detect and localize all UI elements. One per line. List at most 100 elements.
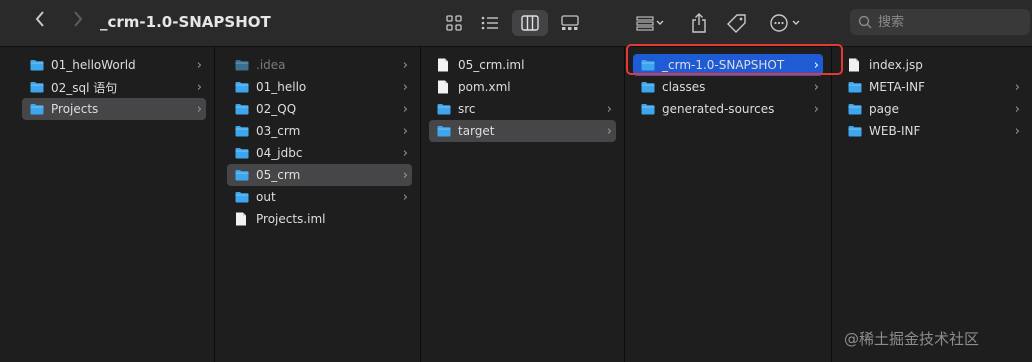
column-5[interactable]: index.jsp META-INF › page › WEB-INF › xyxy=(832,47,1032,362)
list-item-label: 01_helloWorld xyxy=(51,58,136,72)
list-item[interactable]: src › xyxy=(429,98,616,120)
folder-icon xyxy=(235,125,249,137)
list-item[interactable]: pom.xml xyxy=(429,76,616,98)
chevron-right-icon: › xyxy=(402,101,408,117)
list-item[interactable]: classes › xyxy=(633,76,823,98)
list-view-icon xyxy=(481,16,498,30)
column-view-icon xyxy=(521,15,539,31)
list-item[interactable]: META-INF › xyxy=(840,76,1024,98)
list-item[interactable]: 03_crm › xyxy=(227,120,412,142)
chevron-right-icon: › xyxy=(402,79,408,95)
window-title: _crm-1.0-SNAPSHOT xyxy=(100,13,271,31)
list-item-label: Projects xyxy=(51,102,99,116)
column-4[interactable]: _crm-1.0-SNAPSHOT › classes › generated-sour… xyxy=(625,47,832,362)
list-item-label: WEB-INF xyxy=(869,124,921,138)
folder-icon xyxy=(848,125,862,137)
column-2[interactable]: .idea › 01_hello › 02_QQ › 03_crm › 04_jdbc › 05_c… xyxy=(219,47,421,362)
list-item-label: generated-sources xyxy=(662,102,775,116)
list-item[interactable]: 01_hello › xyxy=(227,76,412,98)
list-item[interactable]: 02_sql 语句 › xyxy=(22,76,206,98)
folder-icon xyxy=(235,82,249,93)
chevron-right-icon: › xyxy=(606,101,612,117)
tag-button[interactable] xyxy=(724,10,750,36)
folder-icon xyxy=(235,60,249,71)
list-view-button[interactable] xyxy=(476,10,504,36)
list-item-label: META-INF xyxy=(869,80,926,94)
icon-view-button[interactable] xyxy=(440,10,468,36)
chevron-right-icon: › xyxy=(402,189,408,205)
list-item-label: 02_sql 语句 xyxy=(51,80,118,95)
share-button[interactable] xyxy=(686,10,712,36)
list-item[interactable]: Projects.iml xyxy=(227,208,412,230)
forward-button[interactable] xyxy=(66,10,90,34)
chevron-right-icon xyxy=(74,11,83,27)
list-item[interactable]: Projects › xyxy=(22,98,206,120)
column-view-button[interactable] xyxy=(512,10,548,36)
list-item[interactable]: page › xyxy=(840,98,1024,120)
folder-icon xyxy=(235,191,249,203)
list-item-label: Projects.iml xyxy=(256,212,326,226)
list-item[interactable]: 05_crm.iml xyxy=(429,54,616,76)
list-item[interactable]: target › xyxy=(429,120,616,142)
folder-icon xyxy=(848,126,862,137)
list-item[interactable]: index.jsp xyxy=(840,54,1024,76)
folder-icon xyxy=(235,192,249,203)
file-icon xyxy=(849,58,859,72)
list-item-label: 01_hello xyxy=(256,80,307,94)
list-item-label: out xyxy=(256,190,276,204)
list-item[interactable]: WEB-INF › xyxy=(840,120,1024,142)
folder-icon xyxy=(30,81,44,93)
column-1[interactable]: 01_helloWorld › 02_sql 语句 › Projects › xyxy=(14,47,215,362)
folder-icon xyxy=(641,81,655,93)
chevron-right-icon: › xyxy=(196,79,202,95)
search-icon xyxy=(858,15,872,29)
group-button[interactable] xyxy=(630,10,670,36)
list-item-label: page xyxy=(869,102,899,116)
highlight-box xyxy=(626,44,843,75)
folder-icon xyxy=(30,103,44,115)
folder-icon xyxy=(235,81,249,93)
chevron-right-icon: › xyxy=(813,79,819,95)
folder-icon xyxy=(437,126,451,137)
more-actions-button[interactable] xyxy=(766,10,806,36)
list-item[interactable]: 02_QQ › xyxy=(227,98,412,120)
gallery-view-button[interactable] xyxy=(556,10,584,36)
list-item[interactable]: 04_jdbc › xyxy=(227,142,412,164)
folder-icon xyxy=(848,82,862,93)
search-field[interactable] xyxy=(850,9,1030,35)
folder-icon xyxy=(235,170,249,181)
list-item-label: 04_jdbc xyxy=(256,146,303,160)
list-item-label: 03_crm xyxy=(256,124,301,138)
file-icon xyxy=(438,58,448,72)
list-item-label: 05_crm.iml xyxy=(458,58,525,72)
search-input[interactable] xyxy=(876,13,1020,31)
column-3[interactable]: 05_crm.iml pom.xml src › target › xyxy=(421,47,625,362)
list-item-label: classes xyxy=(662,80,706,94)
icon-view-icon xyxy=(446,15,462,31)
group-icon xyxy=(636,16,664,31)
folder-icon xyxy=(30,104,44,115)
folder-icon xyxy=(235,147,249,159)
list-item[interactable]: 01_helloWorld › xyxy=(22,54,206,76)
ellipsis-circle-icon xyxy=(770,14,800,32)
share-icon xyxy=(692,13,706,33)
folder-icon xyxy=(235,104,249,115)
list-item[interactable]: 05_crm › xyxy=(227,164,412,186)
list-item-label: pom.xml xyxy=(458,80,511,94)
list-item[interactable]: .idea › xyxy=(227,54,412,76)
file-icon xyxy=(848,58,862,72)
list-item-label: index.jsp xyxy=(869,58,923,72)
list-item[interactable]: generated-sources › xyxy=(633,98,823,120)
watermark: @稀土掘金技术社区 xyxy=(844,330,980,348)
back-button[interactable] xyxy=(28,10,52,34)
list-item[interactable]: out › xyxy=(227,186,412,208)
file-icon xyxy=(437,80,451,94)
list-item-label: 02_QQ xyxy=(256,102,297,116)
list-item-label: src xyxy=(458,102,476,116)
folder-icon xyxy=(235,59,249,71)
chevron-right-icon: › xyxy=(813,101,819,117)
file-icon xyxy=(236,212,246,226)
file-icon xyxy=(437,58,451,72)
list-item-label: target xyxy=(458,124,495,138)
toolbar: _crm-1.0-SNAPSHOT xyxy=(0,0,1032,47)
